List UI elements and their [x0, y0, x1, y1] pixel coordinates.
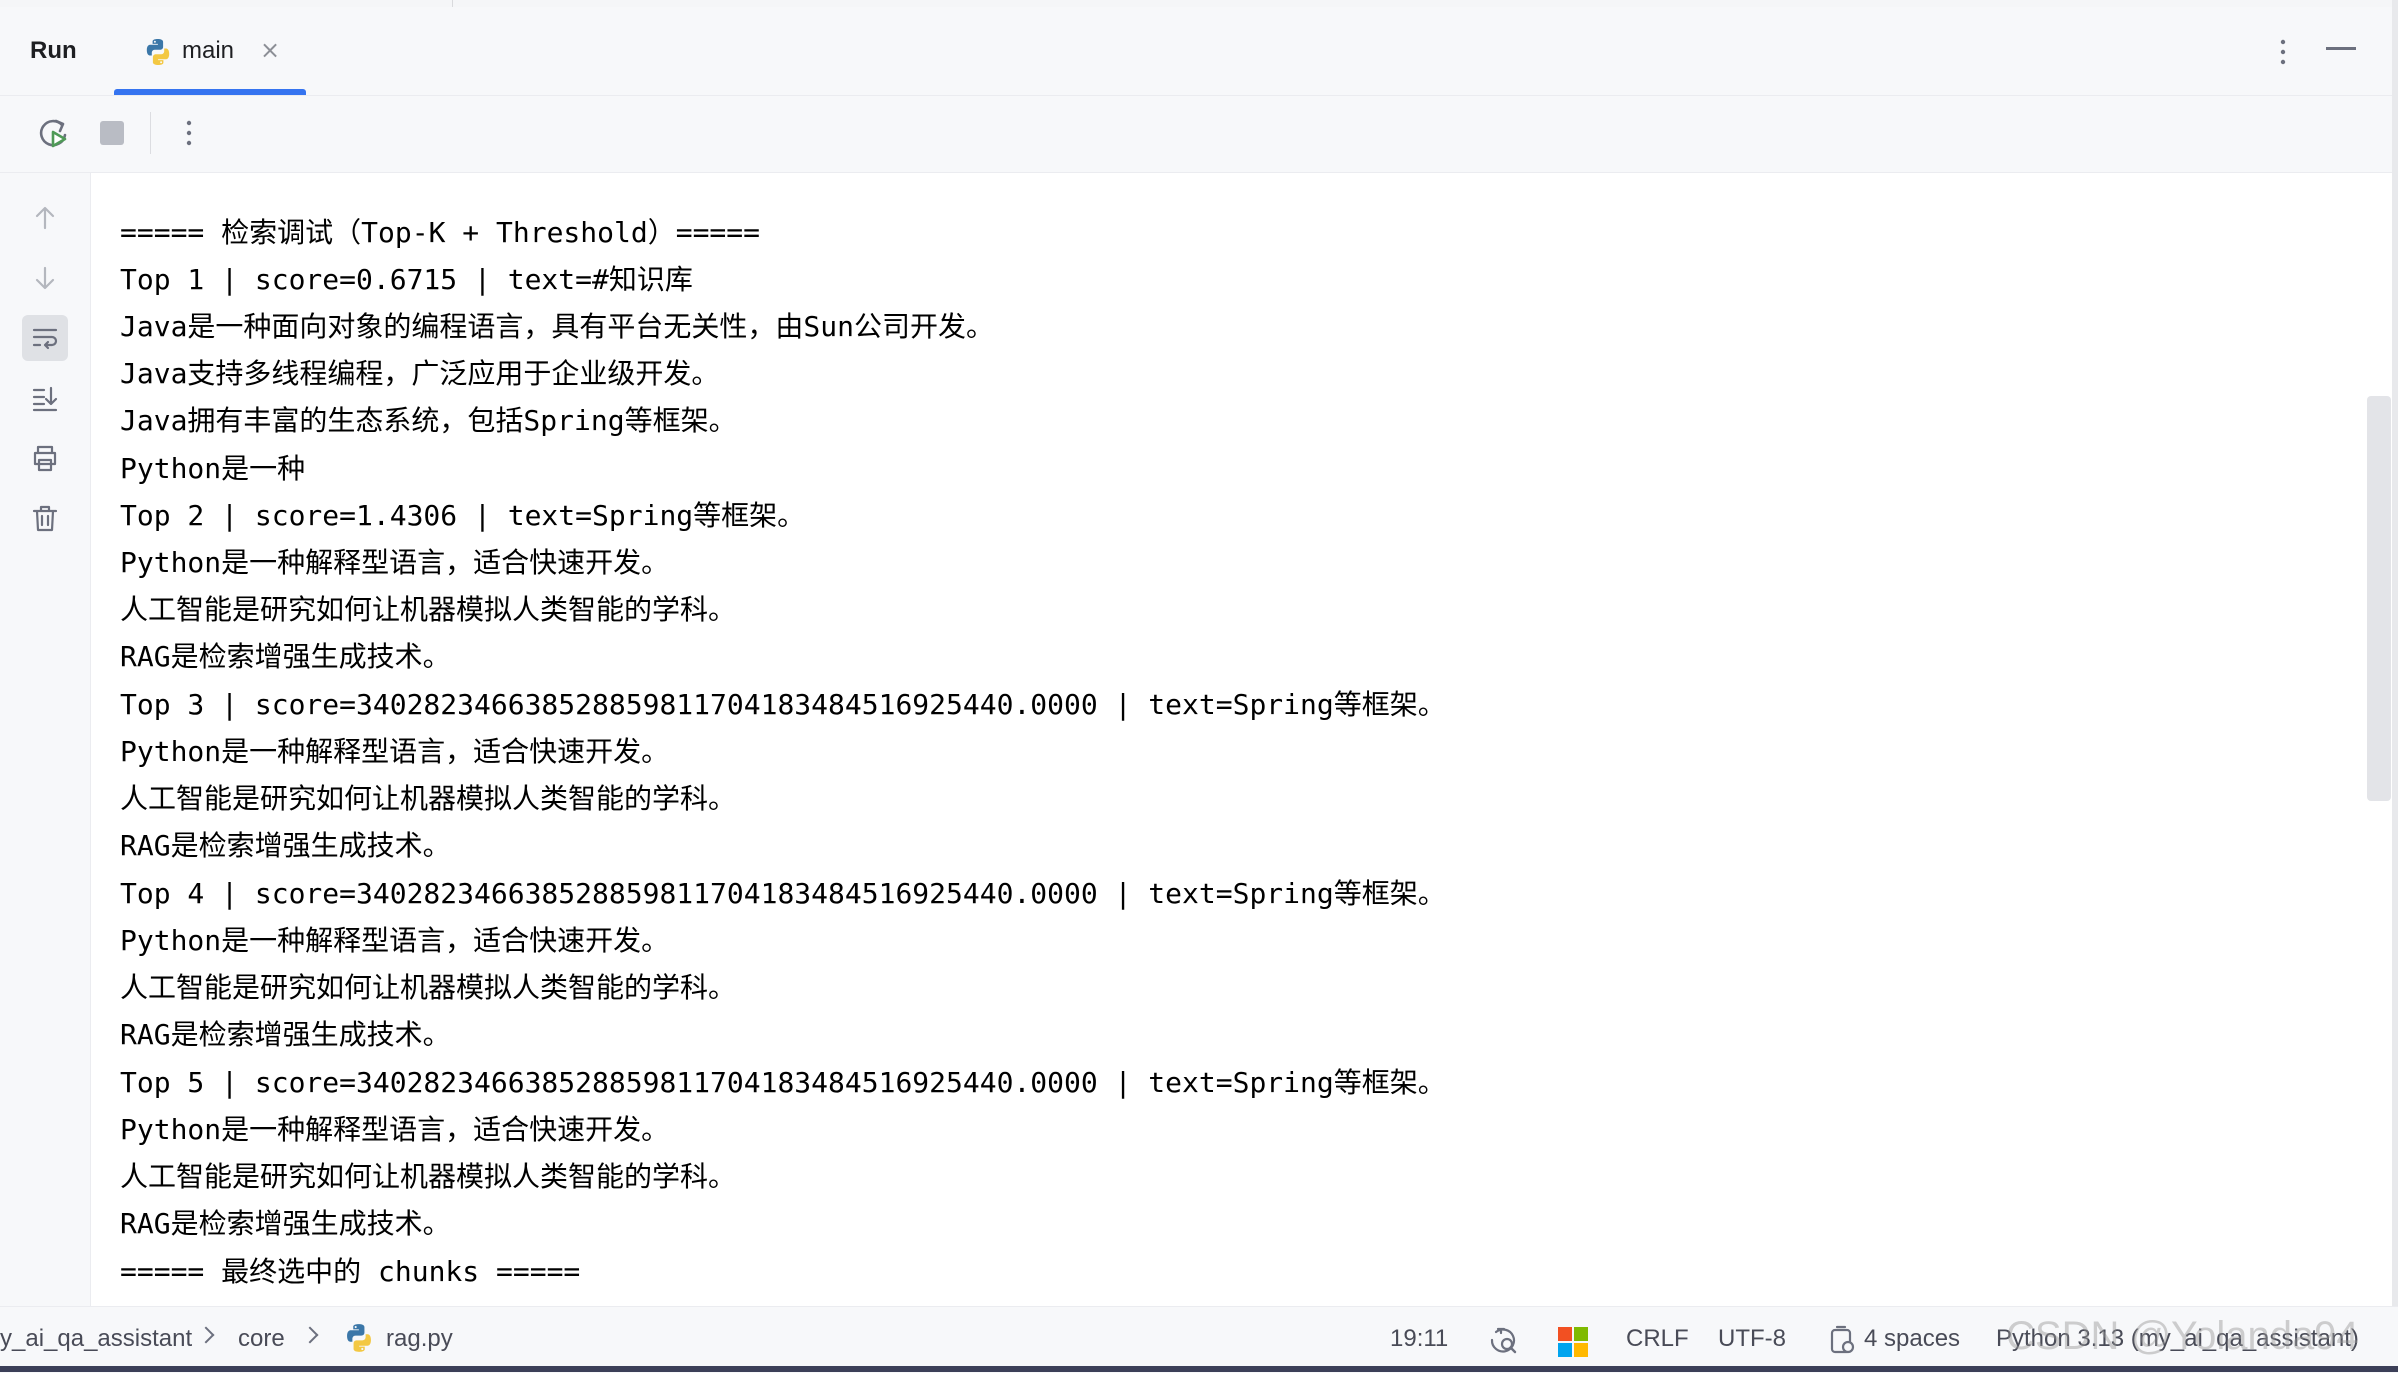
- console-line: Top 4 | score=34028234663852885981170418…: [120, 877, 1446, 910]
- file-encoding[interactable]: UTF-8: [1718, 1323, 1786, 1355]
- console-line: RAG是检索增强生成技术。: [120, 1018, 451, 1051]
- tab-separator: [452, 0, 453, 7]
- console-line: Top 2 | score=1.4306 | text=Spring等框架。: [120, 499, 806, 532]
- stop-icon[interactable]: [98, 119, 126, 147]
- console-line: RAG是检索增强生成技术。: [120, 829, 451, 862]
- rerun-icon[interactable]: [34, 113, 74, 153]
- more-vertical-icon[interactable]: [2268, 35, 2298, 69]
- console-scrollbar-thumb[interactable]: [2367, 396, 2391, 801]
- toolbar-divider: [150, 112, 151, 154]
- indent-settings-icon[interactable]: [1826, 1323, 1860, 1357]
- run-tool-window-header: Run main ×: [0, 7, 2398, 96]
- chevron-right-icon: [197, 1326, 215, 1344]
- console-line: Python是一种解释型语言，适合快速开发。: [120, 735, 670, 768]
- console-line: Java支持多线程编程，广泛应用于企业级开发。: [120, 357, 720, 390]
- run-toolbar: [0, 96, 2398, 173]
- breadcrumb-file[interactable]: rag.py: [386, 1323, 453, 1355]
- scroll-to-end-icon[interactable]: [22, 375, 68, 421]
- console-line: Python是一种解释型语言，适合快速开发。: [120, 924, 670, 957]
- console-side-actions: [0, 173, 91, 1306]
- console-line: ===== 检索调试（Top-K + Threshold）=====: [120, 216, 761, 249]
- console-line: RAG是检索增强生成技术。: [120, 1207, 451, 1240]
- indent-setting[interactable]: 4 spaces: [1864, 1323, 1960, 1355]
- console-line: Python是一种解释型语言，适合快速开发。: [120, 1113, 670, 1146]
- console-line: Top 1 | score=0.6715 | text=#知识库: [120, 263, 693, 296]
- console-line: 人工智能是研究如何让机器模拟人类智能的学科。: [120, 1160, 737, 1193]
- watermark-text: CSDN @Yolanda94: [2006, 1314, 2359, 1358]
- minimize-icon[interactable]: [2326, 47, 2356, 50]
- active-tab-indicator: [114, 89, 306, 95]
- console-line: RAG是检索增强生成技术。: [120, 640, 451, 673]
- console-line: Top 3 | score=34028234663852885981170418…: [120, 688, 1446, 721]
- print-icon[interactable]: [22, 435, 68, 481]
- breadcrumb-folder[interactable]: core: [238, 1323, 285, 1355]
- arrow-up-icon[interactable]: [22, 195, 68, 241]
- console-line: ===== 最终选中的 chunks =====: [120, 1255, 581, 1288]
- console-line: Python是一种: [120, 452, 306, 485]
- code-analysis-icon[interactable]: [1486, 1323, 1520, 1357]
- window-edge: [2392, 0, 2398, 1372]
- line-ending[interactable]: CRLF: [1626, 1323, 1689, 1355]
- arrow-down-icon[interactable]: [22, 255, 68, 301]
- soft-wrap-icon[interactable]: [22, 315, 68, 361]
- windows-icon[interactable]: [1558, 1327, 1588, 1357]
- chevron-right-icon: [301, 1326, 319, 1344]
- python-icon: [146, 39, 170, 65]
- taskbar-edge: [0, 1366, 2398, 1372]
- run-panel-title: Run: [30, 37, 77, 64]
- tab-main[interactable]: main ×: [114, 7, 306, 95]
- breadcrumb-project[interactable]: y_ai_qa_assistant: [0, 1323, 192, 1355]
- tab-main-label: main: [182, 37, 235, 64]
- close-icon[interactable]: ×: [260, 35, 280, 65]
- console-line: Java是一种面向对象的编程语言，具有平台无关性，由Sun公司开发。: [120, 310, 995, 343]
- console-line: 人工智能是研究如何让机器模拟人类智能的学科。: [120, 782, 737, 815]
- python-file-icon: [347, 1324, 371, 1352]
- trash-icon[interactable]: [22, 495, 68, 541]
- caret-position[interactable]: 19:11: [1390, 1323, 1448, 1355]
- console-line: Java拥有丰富的生态系统，包括Spring等框架。: [120, 404, 737, 437]
- console-output[interactable]: ===== 检索调试（Top-K + Threshold）===== Top 1…: [91, 173, 2364, 1306]
- console-line: 人工智能是研究如何让机器模拟人类智能的学科。: [120, 971, 737, 1004]
- console-line: Top 5 | score=34028234663852885981170418…: [120, 1066, 1446, 1099]
- console-line: Python是一种解释型语言，适合快速开发。: [120, 546, 670, 579]
- more-vertical-icon[interactable]: [174, 116, 204, 150]
- console-line: 人工智能是研究如何让机器模拟人类智能的学科。: [120, 593, 737, 626]
